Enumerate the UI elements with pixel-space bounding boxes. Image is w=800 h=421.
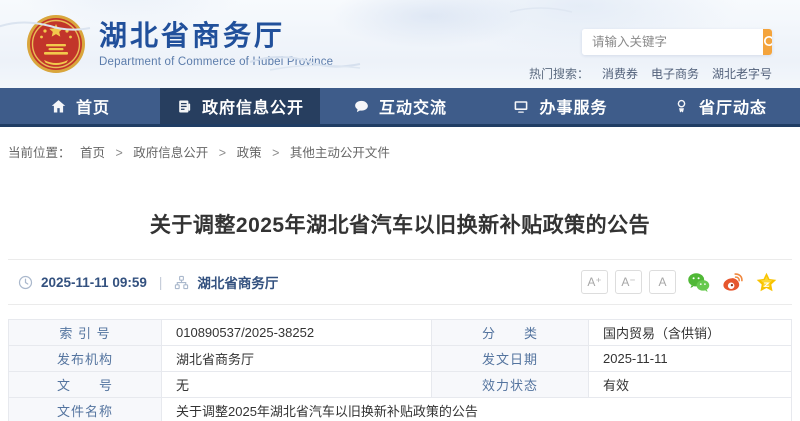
nav-item-label: 互动交流 <box>379 94 447 118</box>
qzone-star-icon <box>755 271 778 294</box>
breadcrumb-separator: > <box>272 146 279 160</box>
breadcrumb-item-gov-info[interactable]: 政府信息公开 <box>133 146 208 160</box>
monitor-icon <box>512 98 530 115</box>
index-number-label: 索 引 号 <box>9 320 162 346</box>
person-icon <box>673 98 690 115</box>
issuing-agency-value: 湖北省商务厅 <box>162 346 432 372</box>
font-reset-button[interactable]: A <box>649 270 676 294</box>
document-name-label: 文件名称 <box>9 398 162 421</box>
table-row: 文件名称 关于调整2025年湖北省汽车以旧换新补贴政策的公告 <box>9 398 792 421</box>
table-row: 文 号 无 效力状态 有效 <box>9 372 792 398</box>
document-name-value: 关于调整2025年湖北省汽车以旧换新补贴政策的公告 <box>162 398 792 421</box>
issue-date-label: 发文日期 <box>432 346 589 372</box>
home-icon <box>50 98 67 115</box>
hot-search-item[interactable]: 消费券 <box>602 65 638 82</box>
site-header: 湖北省商务厅 Department of Commerce of Hubei P… <box>0 0 800 88</box>
validity-status-value: 有效 <box>589 372 792 398</box>
breadcrumb-item-policy[interactable]: 政策 <box>237 146 262 160</box>
font-larger-button[interactable]: A⁺ <box>581 270 608 294</box>
document-number-value: 无 <box>162 372 432 398</box>
hot-search-bar: 热门搜索： 消费券 电子商务 湖北老字号 <box>529 65 772 82</box>
share-weibo-button[interactable] <box>721 271 744 294</box>
nav-item-interaction[interactable]: 互动交流 <box>320 88 480 124</box>
nav-item-gov-info[interactable]: 政府信息公开 <box>160 88 320 124</box>
search-input[interactable] <box>582 29 763 55</box>
breadcrumb-separator: > <box>219 146 226 160</box>
article: 关于调整2025年湖北省汽车以旧换新补贴政策的公告 2025-11-11 09:… <box>0 211 800 421</box>
sitemap-icon <box>174 275 189 290</box>
search-icon <box>763 35 772 49</box>
breadcrumb-item-home[interactable]: 首页 <box>80 146 105 160</box>
nav-item-home[interactable]: 首页 <box>0 88 160 124</box>
nav-item-label: 首页 <box>76 94 110 118</box>
breadcrumb-item-other-docs[interactable]: 其他主动公开文件 <box>290 146 390 160</box>
main-nav: 首页 政府信息公开 互动交流 办事服务 <box>0 88 800 127</box>
table-row: 索 引 号 010890537/2025-38252 分 类 国内贸易（含供销） <box>9 320 792 346</box>
breadcrumb-label: 当前位置： <box>8 146 71 160</box>
page: 湖北省商务厅 Department of Commerce of Hubei P… <box>0 0 800 421</box>
document-number-label: 文 号 <box>9 372 162 398</box>
breadcrumb: 当前位置： 首页 > 政府信息公开 > 政策 > 其他主动公开文件 <box>0 127 800 161</box>
nav-item-label: 省厅动态 <box>699 94 767 118</box>
article-tools: A⁺ A⁻ A <box>581 270 778 294</box>
clock-icon <box>18 275 33 290</box>
breadcrumb-separator: > <box>116 146 123 160</box>
document-icon <box>176 98 193 115</box>
category-label: 分 类 <box>432 320 589 346</box>
share-wechat-button[interactable] <box>687 271 710 294</box>
nav-item-news[interactable]: 省厅动态 <box>640 88 800 124</box>
site-brand[interactable]: 湖北省商务厅 Department of Commerce of Hubei P… <box>0 0 333 88</box>
site-title: 湖北省商务厅 <box>99 20 333 52</box>
hot-search-item[interactable]: 电子商务 <box>651 65 699 82</box>
issuing-agency-label: 发布机构 <box>9 346 162 372</box>
weibo-icon <box>721 271 744 294</box>
favorite-qzone-button[interactable] <box>755 271 778 294</box>
site-subtitle: Department of Commerce of Hubei Province <box>99 56 333 68</box>
hot-search-label: 热门搜索： <box>529 65 589 82</box>
font-smaller-button[interactable]: A⁻ <box>615 270 642 294</box>
wechat-icon <box>687 271 710 294</box>
publish-datetime: 2025-11-11 09:59 <box>41 275 147 290</box>
search-button[interactable] <box>763 29 772 55</box>
meta-separator: | <box>159 275 163 290</box>
publish-source: 湖北省商务厅 <box>197 272 278 292</box>
nav-item-label: 政府信息公开 <box>202 94 304 118</box>
nav-item-label: 办事服务 <box>539 94 607 118</box>
article-meta: 2025-11-11 09:59 | 湖北省商务厅 <box>18 272 278 292</box>
article-meta-bar: 2025-11-11 09:59 | 湖北省商务厅 A⁺ A⁻ A <box>8 259 792 305</box>
issue-date-value: 2025-11-11 <box>589 346 792 372</box>
validity-status-label: 效力状态 <box>432 372 589 398</box>
national-emblem <box>26 14 86 74</box>
header-search-area: 热门搜索： 消费券 电子商务 湖北老字号 <box>529 0 800 88</box>
page-title: 关于调整2025年湖北省汽车以旧换新补贴政策的公告 <box>8 211 792 241</box>
nav-item-services[interactable]: 办事服务 <box>480 88 640 124</box>
index-number-value: 010890537/2025-38252 <box>162 320 432 346</box>
category-value: 国内贸易（含供销） <box>589 320 792 346</box>
hot-search-item[interactable]: 湖北老字号 <box>712 65 772 82</box>
chat-bubble-icon <box>353 98 370 115</box>
brand-text: 湖北省商务厅 Department of Commerce of Hubei P… <box>99 20 333 67</box>
document-info-table: 索 引 号 010890537/2025-38252 分 类 国内贸易（含供销）… <box>8 319 792 421</box>
table-row: 发布机构 湖北省商务厅 发文日期 2025-11-11 <box>9 346 792 372</box>
search-box <box>582 29 772 55</box>
